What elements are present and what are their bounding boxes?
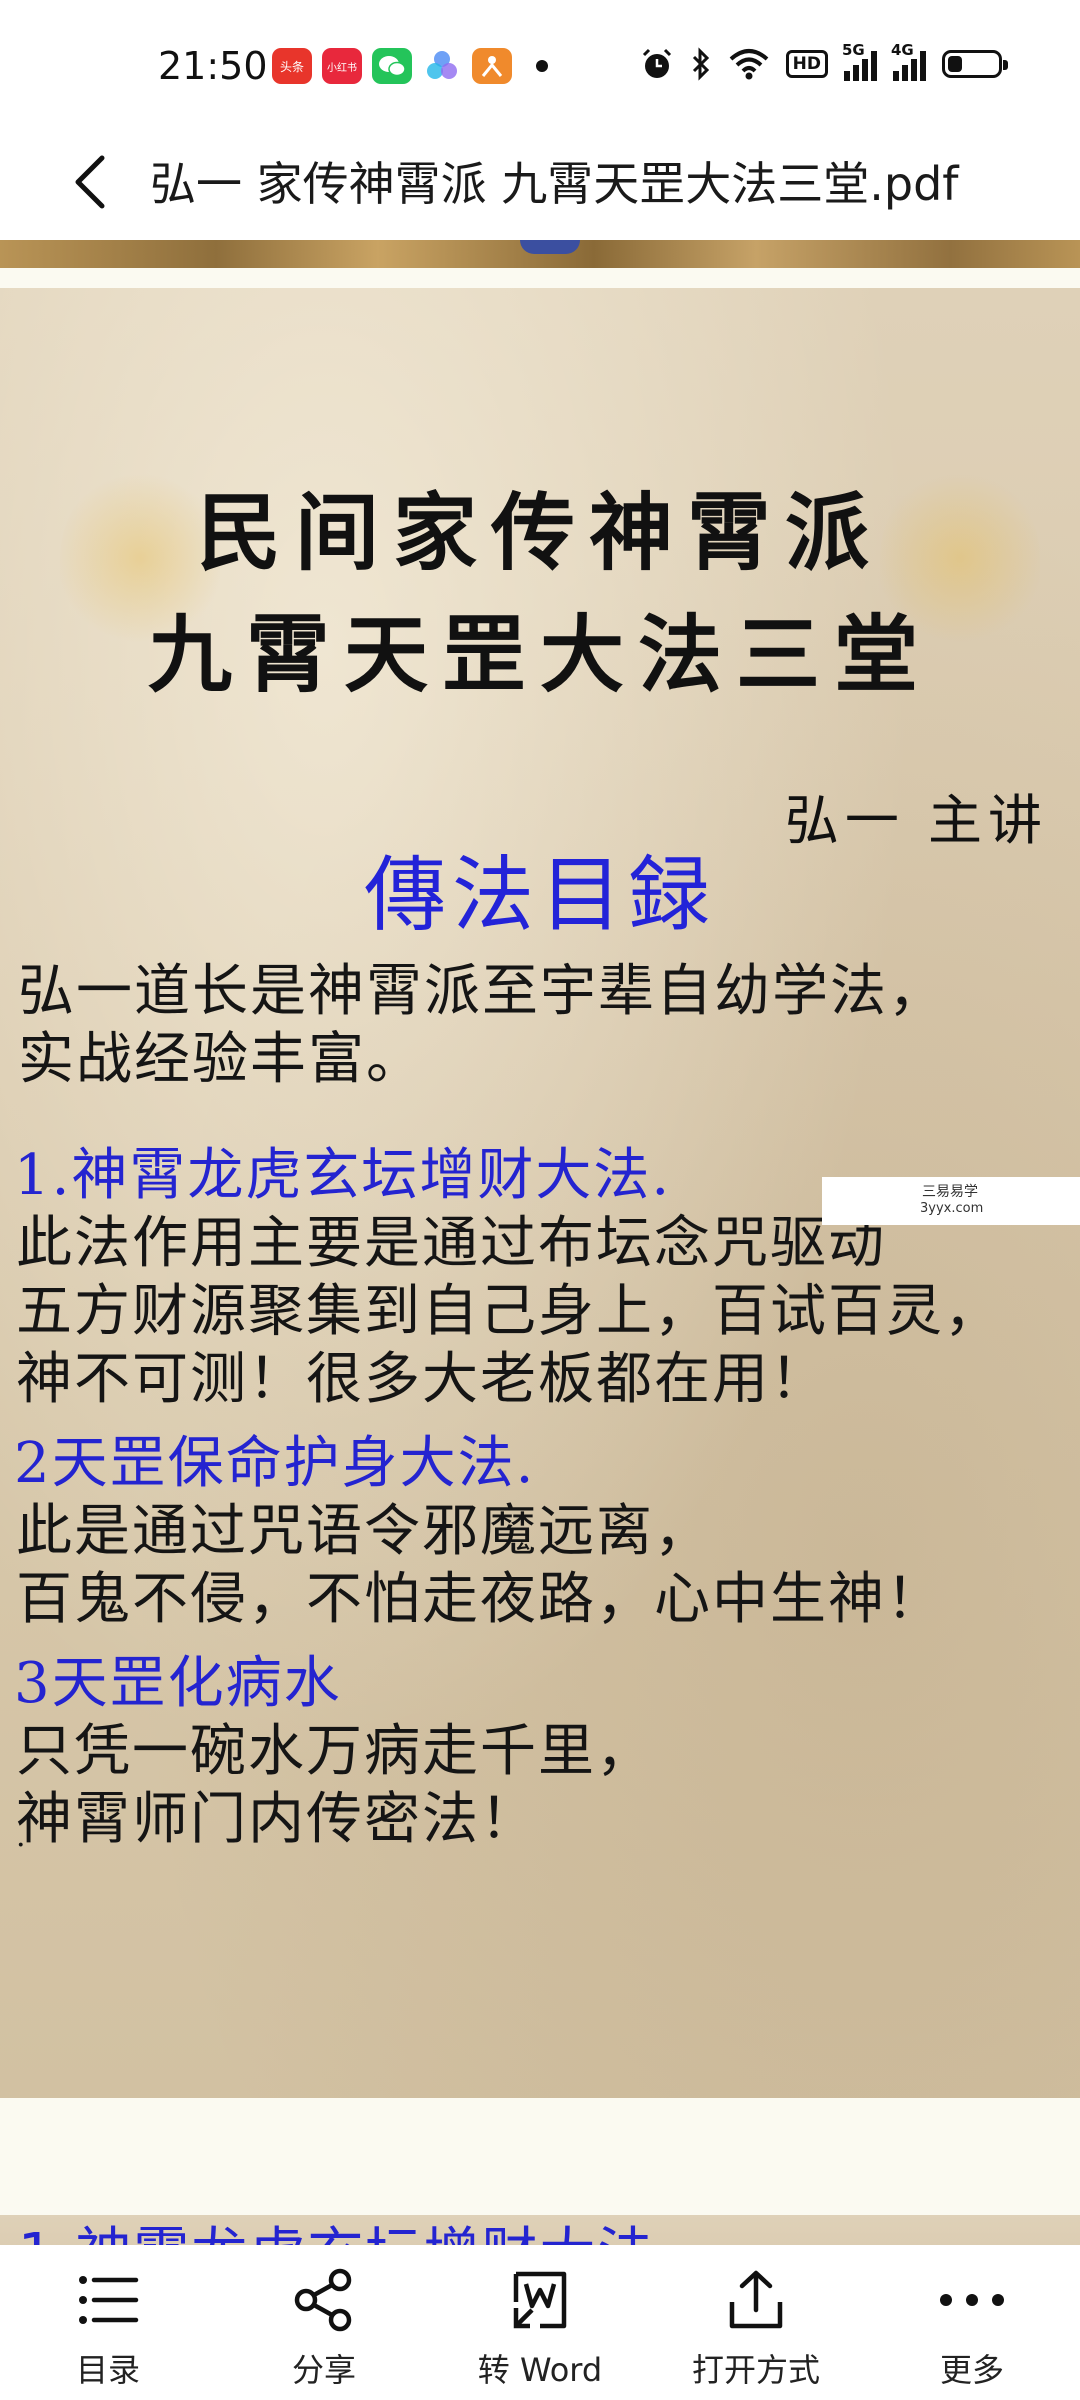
toolbar-label: 更多 [939,2351,1004,2389]
item1-text: 神不可测！很多大老板都在用！ [16,1347,828,1412]
more-icon [940,2294,1004,2306]
watermark-line2: 3yyx.com [920,1201,984,1216]
battery-icon [942,50,1008,78]
more-notifications-dot [536,60,548,72]
battery-level [948,56,962,72]
next-pdf-page: 1.神霄龙虎玄坛增财大法 [0,2215,1080,2245]
watermark-line1: 三易易学 [922,1184,978,1200]
signal-5g-icon: 5G [842,41,877,81]
hd-voice-badge: HD [785,50,828,78]
watermark: 三易易学 3yyx.com [822,1177,1080,1225]
photos-icon [422,48,462,84]
document-title: 弘一 家传神霄派 九霄天罡大法三堂.pdf [150,157,959,211]
previous-page-edge [0,240,1080,268]
wifi-icon [728,46,770,82]
toolbar-button-toc[interactable]: 目录 [0,2245,216,2400]
toolbar-button-more[interactable]: 更多 [864,2245,1080,2400]
page-title-line1: 民间家传神霄派 [196,483,883,582]
toc-heading: 傳法目録 [363,848,716,943]
status-bar: 21:50 头条 小红书 HD 5G 4G [0,0,1080,130]
intro-line: 实战经验丰富。 [18,1027,424,1092]
item2-text: 百鬼不侵，不怕走夜路，心中生神！ [16,1567,944,1632]
toolbar-button-to-word[interactable]: 转 Word [432,2245,648,2400]
signal-4g-icon: 4G [891,41,926,81]
page-title-line2: 九霄天罡大法三堂 [147,605,932,704]
xiaohongshu-icon: 小红书 [322,48,362,84]
system-icons: HD 5G 4G [640,41,1008,82]
trailing-dot: · [16,1828,28,1863]
toolbar-button-open-with[interactable]: 打开方式 [648,2245,864,2400]
toutiao-icon: 头条 [272,48,312,84]
alarm-icon [640,46,674,82]
toolbar-label: 分享 [291,2351,356,2389]
document-viewer[interactable]: 民间家传神霄派 九霄天罡大法三堂 弘一 主讲 傳法目録 弘一道长是神霄派至宇辈自… [0,240,1080,2245]
bottom-toolbar: 目录 分享 转 Word 打开方式 更多 [0,2245,1080,2400]
app-orange-icon [472,48,512,84]
bluetooth-icon [690,46,712,82]
list-icon [79,2276,139,2324]
word-icon [513,2271,567,2329]
notification-icons: 头条 小红书 [272,48,548,84]
toolbar-label: 打开方式 [691,2351,820,2389]
toolbar-button-share[interactable]: 分享 [216,2245,432,2400]
next-page-heading: 1.神霄龙虎玄坛增财大法 [18,2215,655,2245]
status-time: 21:50 [158,44,268,88]
title-bar: 弘一 家传神霄派 九霄天罡大法三堂.pdf [0,130,1080,240]
toolbar-label: 转 Word [477,2351,603,2389]
export-icon [729,2270,783,2329]
chevron-left-icon [75,155,105,209]
wechat-icon [372,48,412,84]
toolbar-label: 目录 [75,2351,140,2389]
back-button[interactable] [60,142,120,222]
share-icon [294,2268,352,2332]
item3-text: 神霄师门内传密法！ [16,1787,538,1852]
